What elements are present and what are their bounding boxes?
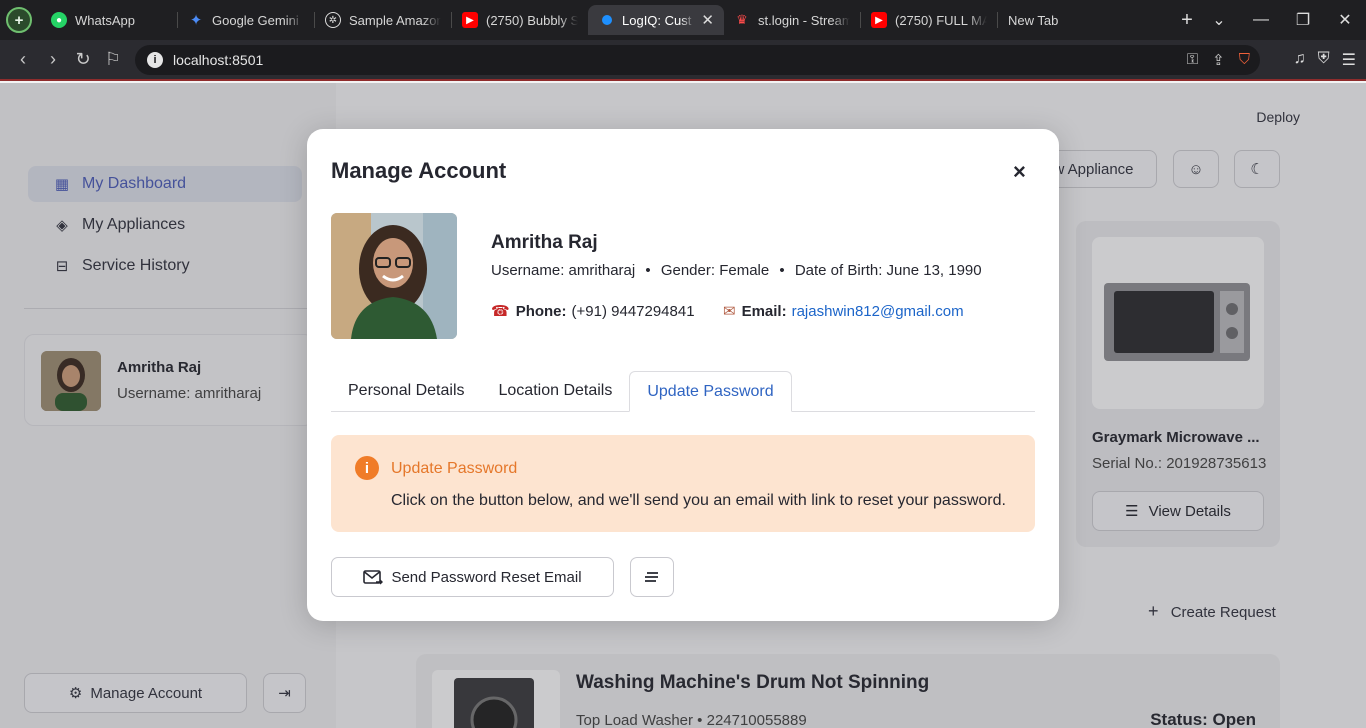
email-label: Email: bbox=[741, 302, 787, 320]
tab-location-details[interactable]: Location Details bbox=[482, 371, 630, 411]
account-dob: Date of Birth: June 13, 1990 bbox=[794, 262, 982, 279]
profile-photo bbox=[331, 213, 457, 339]
tab-youtube-full[interactable]: ▶ (2750) FULL MA bbox=[861, 5, 997, 35]
tab-label: (2750) FULL MA bbox=[895, 12, 987, 28]
tab-label: Google Gemini bbox=[212, 12, 299, 28]
openai-icon: ✲ bbox=[325, 12, 341, 28]
mail-send-icon bbox=[363, 570, 384, 585]
site-info-icon[interactable]: i bbox=[147, 52, 163, 68]
tab-gemini[interactable]: ✦ Google Gemini bbox=[178, 5, 314, 35]
phone-label: Phone: bbox=[515, 302, 567, 320]
browser-toolbar-right: ♫ ⛨ ☰ bbox=[1294, 50, 1356, 70]
close-icon[interactable]: × bbox=[1013, 159, 1026, 185]
forward-icon[interactable]: › bbox=[38, 49, 68, 70]
reload-icon[interactable]: ↻ bbox=[68, 49, 98, 70]
menu-icon[interactable]: ☰ bbox=[1342, 50, 1356, 70]
tab-label: (2750) Bubbly Si bbox=[486, 12, 578, 28]
back-icon[interactable]: ‹ bbox=[8, 49, 38, 70]
gemini-icon: ✦ bbox=[189, 12, 203, 29]
notes-icon bbox=[645, 572, 658, 582]
tab-new-tab[interactable]: New Tab bbox=[998, 5, 1108, 35]
youtube-icon: ▶ bbox=[871, 12, 887, 28]
streamlit-icon: ♛ bbox=[736, 12, 748, 27]
url-actions: ⚿ ⇪ ⛉ bbox=[1187, 51, 1250, 69]
profile-photo-image bbox=[331, 213, 457, 339]
window-close-icon[interactable]: ✕ bbox=[1324, 10, 1366, 30]
logiq-icon bbox=[602, 15, 612, 25]
send-password-reset-button[interactable]: Send Password Reset Email bbox=[331, 557, 614, 597]
modal-title: Manage Account bbox=[331, 158, 507, 183]
separator-dot: • bbox=[779, 262, 785, 279]
phone-value: (+91) 9447294841 bbox=[571, 302, 695, 320]
tab-personal-details[interactable]: Personal Details bbox=[331, 371, 482, 411]
account-gender: Gender: Female bbox=[660, 262, 770, 279]
tab-whatsapp[interactable]: ● WhatsApp bbox=[41, 5, 177, 35]
window-controls: ⌄ — ❐ ✕ bbox=[1198, 0, 1366, 40]
url-field[interactable]: i localhost:8501 ⚿ ⇪ ⛉ bbox=[135, 45, 1260, 75]
tab-youtube-bubbly[interactable]: ▶ (2750) Bubbly Si bbox=[452, 5, 588, 35]
share-icon[interactable]: ⇪ bbox=[1212, 51, 1225, 69]
tab-label: LogIQ: Cust bbox=[622, 12, 692, 28]
account-phone: ☎ Phone: (+91) 9447294841 bbox=[491, 302, 695, 321]
account-tabs: Personal Details Location Details Update… bbox=[331, 371, 1035, 412]
whatsapp-icon: ● bbox=[51, 12, 67, 28]
alert-body: Click on the button below, and we'll sen… bbox=[391, 492, 1006, 509]
info-icon: i bbox=[355, 456, 379, 480]
tab-update-password[interactable]: Update Password bbox=[629, 371, 792, 412]
minimize-icon[interactable]: — bbox=[1240, 11, 1282, 29]
tab-sample-amazon[interactable]: ✲ Sample Amazon bbox=[315, 5, 451, 35]
account-username: Username: amritharaj bbox=[491, 262, 636, 279]
manage-account-modal: Manage Account × Amritha Raj Username: a… bbox=[307, 129, 1059, 621]
tab-logiq[interactable]: LogIQ: Cust ✕ bbox=[588, 5, 724, 35]
tab-label: Personal Details bbox=[348, 382, 465, 399]
bookmark-icon[interactable]: ⚐ bbox=[98, 49, 128, 70]
account-email: ✉ Email: rajashwin812@gmail.com bbox=[723, 302, 964, 321]
tab-label: WhatsApp bbox=[75, 12, 135, 28]
update-password-alert: i Update Password Click on the button be… bbox=[331, 435, 1035, 532]
browser-tab-bar: + ● WhatsApp ✦ Google Gemini ✲ Sample Am… bbox=[0, 0, 1366, 40]
browser-address-bar: ‹ › ↻ ⚐ i localhost:8501 ⚿ ⇪ ⛉ ♫ ⛨ ☰ bbox=[0, 40, 1366, 81]
tab-label: Sample Amazon bbox=[349, 12, 441, 28]
tab-label: st.login - Stream bbox=[758, 12, 850, 28]
media-icon[interactable]: ♫ bbox=[1294, 50, 1306, 70]
browser-profile-icon[interactable]: + bbox=[6, 7, 32, 33]
brave-shield-icon[interactable]: ⛉ bbox=[1239, 51, 1250, 69]
notes-button[interactable] bbox=[630, 557, 674, 597]
tab-label: New Tab bbox=[1008, 12, 1059, 28]
phone-icon: ☎ bbox=[491, 303, 510, 320]
close-tab-icon[interactable]: ✕ bbox=[701, 11, 714, 29]
account-meta: Username: amritharaj • Gender: Female • … bbox=[491, 262, 982, 279]
alert-title: Update Password bbox=[391, 460, 518, 477]
send-password-reset-label: Send Password Reset Email bbox=[391, 568, 582, 586]
url-text: localhost:8501 bbox=[173, 52, 264, 68]
tab-st-login[interactable]: ♛ st.login - Stream bbox=[724, 5, 860, 35]
restore-icon[interactable]: ❐ bbox=[1282, 10, 1324, 30]
email-link[interactable]: rajashwin812@gmail.com bbox=[792, 303, 964, 320]
tab-label: Update Password bbox=[647, 382, 774, 400]
key-icon[interactable]: ⚿ bbox=[1187, 51, 1198, 69]
youtube-icon: ▶ bbox=[462, 12, 478, 28]
tab-search-chevron-icon[interactable]: ⌄ bbox=[1198, 10, 1240, 30]
separator-dot: • bbox=[645, 262, 651, 279]
tab-label: Location Details bbox=[498, 382, 613, 399]
envelope-icon: ✉ bbox=[723, 303, 736, 320]
account-name: Amritha Raj bbox=[491, 232, 598, 253]
vpn-icon[interactable]: ⛨ bbox=[1318, 50, 1330, 70]
